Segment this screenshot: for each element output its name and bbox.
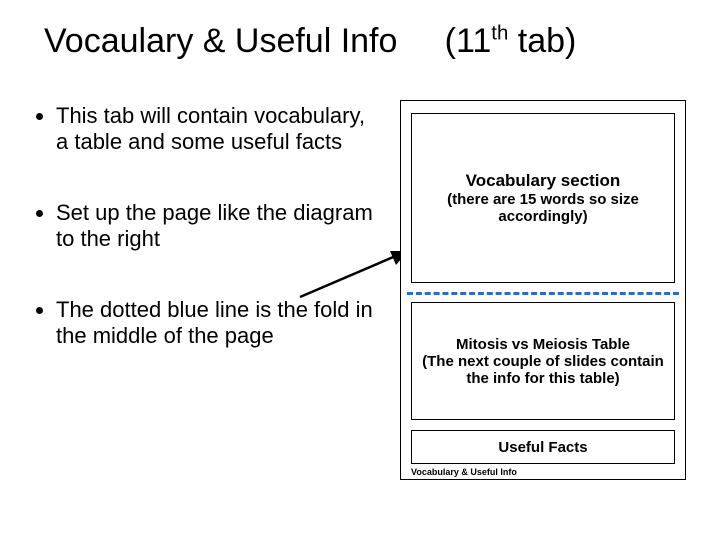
list-item: This tab will contain vocabulary, a tabl… bbox=[56, 103, 380, 156]
title-paren-pre: (11 bbox=[445, 22, 492, 60]
title-paren-post: tab) bbox=[508, 22, 576, 60]
page-diagram: Vocabulary section (there are 15 words s… bbox=[400, 100, 686, 480]
vocab-sub: (there are 15 words so size accordingly) bbox=[420, 191, 666, 225]
title-paren-sup: th bbox=[491, 23, 508, 45]
facts-box: Useful Facts bbox=[411, 430, 675, 464]
tab-label: Vocabulary & Useful Info bbox=[411, 467, 517, 477]
mitosis-sub: (The next couple of slides contain the i… bbox=[418, 353, 668, 387]
facts-label: Useful Facts bbox=[498, 439, 587, 456]
vocab-section-box: Vocabulary section (there are 15 words s… bbox=[411, 113, 675, 283]
mitosis-header: Mitosis vs Meiosis Table bbox=[418, 336, 668, 353]
fold-line bbox=[407, 292, 679, 295]
list-item: The dotted blue line is the fold in the … bbox=[56, 297, 380, 350]
vocab-header: Vocabulary section bbox=[420, 171, 666, 191]
bullet-list: This tab will contain vocabulary, a tabl… bbox=[30, 103, 380, 393]
slide: Vocaulary & Useful Info (11th tab) This … bbox=[0, 0, 720, 540]
list-item: Set up the page like the diagram to the … bbox=[56, 200, 380, 253]
title-main: Vocaulary & Useful Info bbox=[44, 22, 397, 60]
mitosis-box: Mitosis vs Meiosis Table (The next coupl… bbox=[411, 302, 675, 420]
slide-title: Vocaulary & Useful Info (11th tab) bbox=[44, 22, 690, 61]
